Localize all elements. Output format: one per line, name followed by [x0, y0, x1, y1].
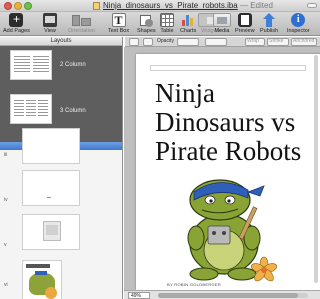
page-number: vi: [4, 282, 8, 288]
status-bar: 49%: [124, 290, 320, 299]
publish-icon: [262, 13, 276, 27]
add-pages-button[interactable]: + Add Pages: [3, 13, 30, 35]
layout-label: 3 Column: [60, 108, 86, 114]
minimize-window-button[interactable]: [14, 2, 22, 10]
media-button[interactable]: Media: [213, 13, 231, 34]
charts-label: Charts: [180, 28, 197, 34]
horizontal-scrollbar[interactable]: [158, 293, 308, 298]
layouts-panel: 2 Column 3 Column: [0, 46, 122, 141]
media-icon: [213, 13, 231, 27]
zoom-select[interactable]: 49%: [128, 292, 150, 299]
wrap-label: Wrap: [247, 38, 259, 44]
document-icon: [93, 2, 100, 10]
text-box-label: Text Box: [108, 28, 130, 34]
view-button[interactable]: View: [43, 13, 57, 34]
window-title: Ninja_dinosaurs_vs_Pirate_robots.iba — E…: [103, 1, 273, 10]
table-label: Table: [160, 28, 174, 34]
charts-icon: [181, 13, 195, 27]
page-thumbnail[interactable]: [22, 260, 62, 299]
table-button[interactable]: Table: [160, 13, 174, 34]
preview-icon: [237, 13, 252, 27]
shapes-label: Shapes: [137, 28, 156, 34]
preview-label: Preview: [235, 28, 255, 34]
info-icon: i: [291, 13, 306, 27]
edited-status: — Edited: [239, 1, 273, 10]
header-text-box[interactable]: [150, 65, 306, 71]
zoom-window-button[interactable]: [24, 2, 32, 10]
window-filename: Ninja_dinosaurs_vs_Pirate_robots.iba: [103, 1, 238, 10]
layout-item-3-column[interactable]: 3 Column: [0, 94, 121, 130]
publish-label: Publish: [260, 28, 279, 34]
plus-icon: +: [9, 13, 24, 27]
page-number: v: [4, 242, 7, 248]
opacity-label: Opacity: [157, 38, 174, 44]
shadow-control[interactable]: [205, 38, 227, 46]
close-window-button[interactable]: [4, 2, 12, 10]
vertical-scrollbar[interactable]: [314, 55, 318, 283]
layout-thumbnail: [10, 94, 52, 124]
text-box-button[interactable]: T Text Box: [108, 13, 129, 34]
inspector-button[interactable]: i Inspector: [287, 13, 310, 34]
page-thumbnail[interactable]: [22, 214, 80, 250]
page-number: iii: [4, 152, 8, 158]
author-byline[interactable]: BY ROBIN GOLDBERGER: [167, 282, 221, 287]
inspector-label: Inspector: [287, 28, 310, 34]
table-icon: [160, 13, 174, 27]
document-canvas[interactable]: Ninja Dinosaurs vs Pirate Robots BY ROBI…: [124, 47, 320, 290]
media-label: Media: [214, 28, 230, 34]
layout-item-2-column[interactable]: 2 Column: [0, 50, 121, 86]
text-box-icon: T: [111, 13, 126, 27]
charts-button[interactable]: Charts: [180, 13, 196, 34]
layout-label: 2 Column: [60, 62, 86, 68]
preview-button[interactable]: Preview: [235, 13, 255, 34]
view-icon: [43, 13, 57, 27]
orientation-icon: [71, 13, 92, 27]
title-bar: Ninja_dinosaurs_vs_Pirate_robots.iba — E…: [0, 0, 320, 12]
toolbar-toggle-button[interactable]: [307, 3, 317, 8]
stroke-color-well[interactable]: [143, 38, 153, 46]
horizontal-scroll-thumb[interactable]: [158, 293, 298, 298]
layouts-header: Layouts: [0, 37, 122, 46]
page-number: iv: [4, 197, 8, 203]
book-page[interactable]: Ninja Dinosaurs vs Pirate Robots BY ROBI…: [136, 54, 320, 290]
format-bar: Opacity Wrap Stroke Anchored: [125, 37, 320, 47]
toolbar: + Add Pages View Orientation T Text Box …: [0, 12, 320, 36]
stroke-label: Stroke: [269, 38, 284, 44]
ninja-dinosaur-illustration[interactable]: [172, 166, 282, 286]
publish-button[interactable]: Publish: [260, 13, 278, 34]
orientation-button[interactable]: Orientation: [68, 13, 95, 34]
page-thumbnail[interactable]: [22, 128, 80, 164]
fill-color-well[interactable]: [129, 38, 139, 46]
anchored-label: Anchored: [293, 38, 315, 44]
shapes-button[interactable]: Shapes: [137, 13, 156, 34]
opacity-slider[interactable]: [177, 38, 199, 46]
add-pages-label: Add Pages: [3, 28, 30, 34]
layout-thumbnail: [10, 50, 52, 80]
page-title[interactable]: Ninja Dinosaurs vs Pirate Robots: [155, 79, 320, 166]
orientation-label: Orientation: [68, 28, 95, 34]
shapes-icon: [139, 13, 154, 27]
sidebar: Layouts 2 Column 3 Column iii iv v vi: [0, 37, 123, 299]
page-thumbnail[interactable]: [22, 170, 80, 206]
view-label: View: [44, 28, 56, 34]
book-pages-list: iii iv v vi: [0, 128, 122, 299]
